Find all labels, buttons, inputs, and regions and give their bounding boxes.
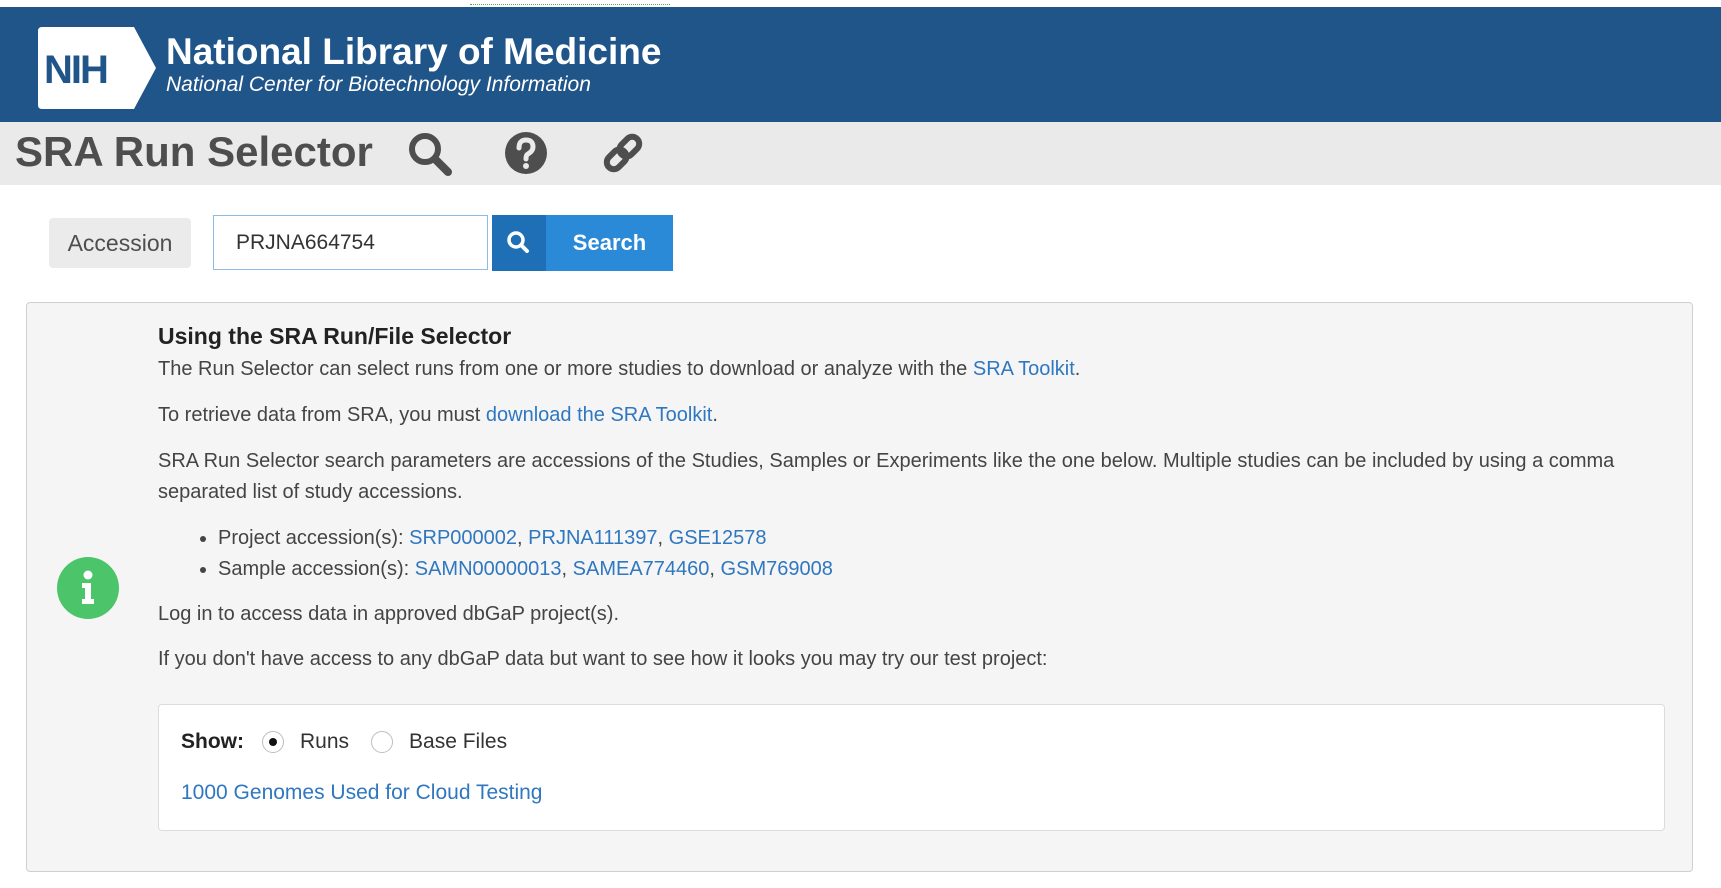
test-project-link[interactable]: 1000 Genomes Used for Cloud Testing [181, 781, 543, 805]
sra-toolkit-link[interactable]: SRA Toolkit [973, 358, 1075, 380]
org-subtitle: National Center for Biotechnology Inform… [166, 73, 591, 96]
example-link-samn00000013[interactable]: SAMN00000013 [415, 558, 562, 580]
runs-radio[interactable] [262, 731, 284, 753]
project-accession-label: Project accession(s): [218, 527, 410, 549]
dotted-underline [470, 4, 670, 5]
show-options: Show: Runs Base Files [181, 727, 529, 757]
base-files-radio-label[interactable]: Base Files [409, 730, 507, 754]
show-label: Show: [181, 730, 244, 753]
info-heading: Using the SRA Run/File Selector [158, 323, 512, 349]
org-title: National Library of Medicine [166, 31, 662, 72]
app-title: SRA Run Selector [15, 128, 373, 175]
accession-label: Accession [49, 218, 191, 268]
top-strip [0, 0, 1721, 7]
separator: , [517, 527, 529, 549]
separator: , [709, 558, 721, 580]
info-icon [57, 557, 119, 619]
separator: , [561, 558, 573, 580]
search-button[interactable]: Search [492, 215, 673, 271]
accession-input[interactable] [213, 215, 488, 270]
info-text: To retrieve data from SRA, you must [158, 404, 486, 426]
example-link-prjna111397[interactable]: PRJNA111397 [528, 527, 657, 549]
test-project-box: Show: Runs Base Files 1000 Genomes Used … [158, 704, 1665, 831]
example-link-srp000002[interactable]: SRP000002 [409, 527, 517, 549]
info-paragraph-toolkit: The Run Selector can select runs from on… [158, 354, 1658, 385]
list-item-sample: Sample accession(s): SAMN00000013, SAMEA… [218, 554, 1658, 585]
info-paragraph-test: If you don't have access to any dbGaP da… [158, 648, 1048, 670]
search-button-label: Search [572, 230, 647, 255]
sample-accession-label: Sample accession(s): [218, 558, 415, 580]
link-icon[interactable] [600, 130, 646, 176]
example-link-gsm769008[interactable]: GSM769008 [721, 558, 833, 580]
search-button-icon [492, 215, 546, 271]
info-paragraph-parameters: SRA Run Selector search parameters are a… [158, 450, 1615, 503]
info-text-end: . [712, 404, 718, 426]
info-paragraph-login: Log in to access data in approved dbGaP … [158, 603, 620, 625]
list-item-project: Project accession(s): SRP000002, PRJNA11… [218, 523, 1658, 554]
example-link-gse12578[interactable]: GSE12578 [669, 527, 767, 549]
runs-radio-label[interactable]: Runs [300, 730, 349, 754]
info-text: The Run Selector can select runs from on… [158, 358, 973, 380]
search-icon[interactable] [406, 130, 452, 176]
nih-logo[interactable]: NIH [38, 27, 158, 109]
separator: , [657, 527, 669, 549]
help-icon[interactable] [503, 130, 549, 176]
app-toolbar: SRA Run Selector [0, 122, 1721, 185]
nlm-header: NIH National Library of Medicine Nationa… [0, 7, 1721, 122]
info-paragraph-download: To retrieve data from SRA, you must down… [158, 400, 1658, 431]
example-link-samea774460[interactable]: SAMEA774460 [573, 558, 710, 580]
accession-examples-list: Project accession(s): SRP000002, PRJNA11… [158, 523, 1658, 585]
download-toolkit-link[interactable]: download the SRA Toolkit [486, 404, 712, 426]
info-content: Using the SRA Run/File Selector The Run … [158, 318, 1658, 675]
nih-logo-text: NIH [44, 48, 107, 92]
base-files-radio[interactable] [371, 731, 394, 753]
info-text-end: . [1074, 358, 1081, 380]
